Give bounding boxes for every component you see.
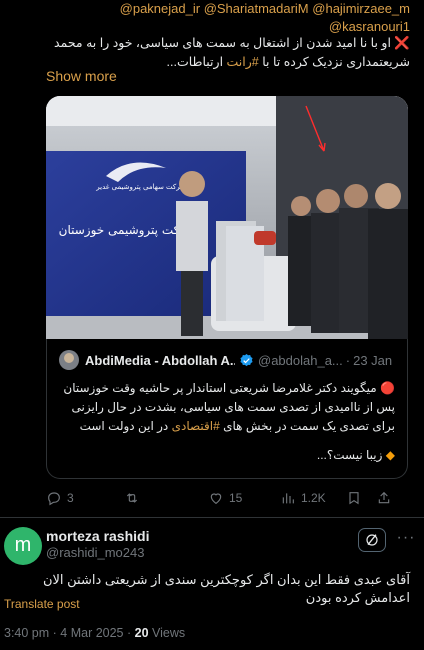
mentions-line: @paknejad_ir @ShariatmadariM @hajimirzae… xyxy=(20,0,410,36)
orange-diamond-icon: ◆ xyxy=(385,448,395,462)
retweet-icon xyxy=(126,493,138,503)
reply-author-handle[interactable]: @rashidi_mo243 xyxy=(46,545,144,560)
bookmark-icon xyxy=(349,492,359,505)
mention-link[interactable]: @paknejad_ir xyxy=(120,1,200,16)
post-time[interactable]: 3:40 pm xyxy=(4,626,49,640)
mention-link[interactable]: @ShariatmadariM xyxy=(204,1,309,16)
divider xyxy=(0,517,424,518)
tweet-media-image[interactable]: شرکت سهامی پتروشیمی غدیر شرکت پتروشیمی خ… xyxy=(46,96,408,339)
avatar[interactable]: m xyxy=(4,527,42,565)
views-label: Views xyxy=(148,626,186,640)
grok-button[interactable] xyxy=(358,528,386,552)
separator-dot: · xyxy=(123,626,135,640)
quote-header: AbdiMedia - Abdollah A... @abdolah_a... … xyxy=(59,349,395,371)
share-icon xyxy=(378,491,390,504)
heart-icon xyxy=(210,493,222,505)
quote-body: 🔴 میگویند دکتر غلامرضا شریعتی استاندار پ… xyxy=(59,379,395,465)
bar-chart-icon xyxy=(282,493,294,504)
like-count: 15 xyxy=(229,491,243,505)
separator-dot: · xyxy=(345,352,351,368)
reply-count: 3 xyxy=(67,491,74,505)
grok-icon xyxy=(366,534,378,546)
tweet-text-part: ارتباطات... xyxy=(166,55,227,69)
sign-text-1: شرکت سهامی پتروشیمی غدیر xyxy=(95,183,186,191)
reply-icon xyxy=(48,492,60,506)
quote-text-part: در این دولت است xyxy=(79,419,172,433)
quote-date[interactable]: 23 Jan xyxy=(353,353,392,368)
hashtag-link[interactable]: #اقتصادی xyxy=(172,419,220,433)
sign-text-2: شرکت پتروشیمی خوزستان xyxy=(59,223,196,238)
quoted-tweet[interactable]: AbdiMedia - Abdollah A... @abdolah_a... … xyxy=(46,339,408,479)
quote-author-name[interactable]: AbdiMedia - Abdollah A... xyxy=(85,353,235,368)
like-button[interactable]: 15 xyxy=(186,490,266,506)
quote-text-part: زیبا نیست؟... xyxy=(316,448,386,462)
red-circle-icon: 🔴 xyxy=(380,381,395,395)
more-options-button[interactable]: ··· xyxy=(396,529,416,549)
views-count: 1.2K xyxy=(301,491,326,505)
tweet-action-bar: 3 15 1.2K xyxy=(46,488,408,508)
share-button[interactable] xyxy=(376,490,398,506)
post-metadata: 3:40 pm · 4 Mar 2025 · 20 Views xyxy=(4,626,185,640)
reply-author-name[interactable]: morteza rashidi xyxy=(46,528,149,544)
cross-emoji-icon: ❌ xyxy=(394,36,410,50)
avatar[interactable] xyxy=(59,350,79,370)
translate-post-link[interactable]: Translate post xyxy=(4,597,80,611)
hashtag-link[interactable]: #رانت xyxy=(227,55,259,69)
views-count: 20 xyxy=(134,626,149,640)
verified-badge-icon xyxy=(240,353,253,366)
views-button[interactable]: 1.2K xyxy=(266,490,346,506)
bookmark-button[interactable] xyxy=(346,490,376,506)
person-shirt xyxy=(176,201,208,271)
media-photo: شرکت سهامی پتروشیمی غدیر شرکت پتروشیمی خ… xyxy=(46,96,408,339)
retweet-button[interactable] xyxy=(102,490,186,506)
mention-link[interactable]: @hajimirzaee_m xyxy=(312,1,410,16)
separator-dot: · xyxy=(49,626,61,640)
post-date[interactable]: 4 Mar 2025 xyxy=(60,626,123,640)
quote-author-handle[interactable]: @abdolah_a... xyxy=(258,353,343,368)
show-more-link[interactable]: Show more xyxy=(46,68,117,84)
tweet-body: ❌ او با نا امید شدن از اشتغال به سمت های… xyxy=(40,34,410,72)
reply-button[interactable]: 3 xyxy=(46,490,102,506)
